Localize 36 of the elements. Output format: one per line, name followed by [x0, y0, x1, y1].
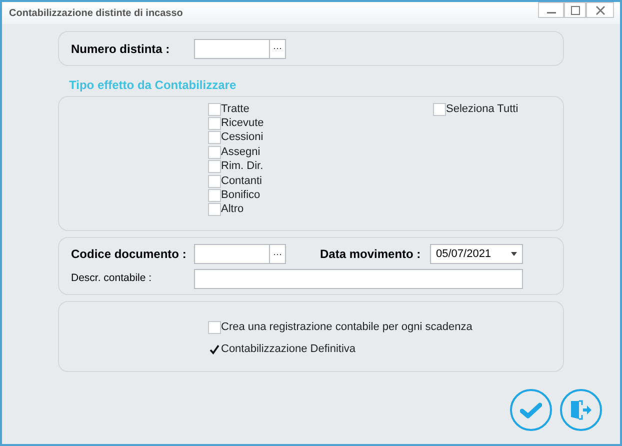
minimize-button[interactable]	[538, 2, 564, 18]
dropdown-icon	[511, 252, 517, 256]
maximize-icon	[570, 6, 580, 14]
confirm-button[interactable]	[510, 389, 552, 431]
checkbox-label: Crea una registrazione contabile per ogni scadenza	[221, 320, 472, 334]
minimize-icon	[546, 12, 556, 14]
input-field[interactable]	[194, 244, 270, 264]
checkbox-label: Rim. Dir.	[221, 160, 264, 174]
browse-button[interactable]: ···	[270, 38, 286, 58]
maximize-button[interactable]	[564, 2, 586, 18]
field-label: Codice documento :	[71, 246, 188, 263]
input-field[interactable]	[194, 269, 523, 289]
checkbox-label: Tratte	[221, 102, 250, 116]
checkbox-label: Bonifico	[221, 189, 260, 202]
checkbox-label: Contanti	[221, 174, 262, 188]
checkbox-label: Cessioni	[221, 131, 264, 144]
checkbox-label: Assegni	[221, 146, 260, 159]
section-title: Tipo effetto da Contabilizzare	[69, 77, 238, 93]
checkbox-label: Contabilizzazione Definitiva	[221, 342, 356, 356]
checkmark-icon	[520, 402, 542, 418]
checkbox-label: Seleziona Tutti	[446, 102, 518, 116]
checkbox[interactable]	[208, 342, 221, 356]
field-label: Numero distinta :	[71, 40, 171, 58]
window-title: Contabilizzazione distinte di incasso	[9, 6, 183, 20]
close-button[interactable]	[586, 2, 614, 18]
close-icon	[596, 6, 604, 14]
exit-door-icon	[570, 400, 592, 420]
date-value: 05/07/2021	[435, 246, 492, 262]
input-field[interactable]	[194, 38, 270, 58]
checkbox-label: Altro	[221, 203, 244, 216]
checkbox-label: Ricevute	[221, 117, 264, 130]
exit-button[interactable]	[560, 389, 602, 431]
date-field[interactable]: 05/07/2021	[430, 244, 523, 264]
browse-button[interactable]: ···	[270, 244, 286, 264]
field-label: Descr. contabile :	[71, 271, 153, 286]
field-label: Data movimento :	[320, 246, 422, 263]
